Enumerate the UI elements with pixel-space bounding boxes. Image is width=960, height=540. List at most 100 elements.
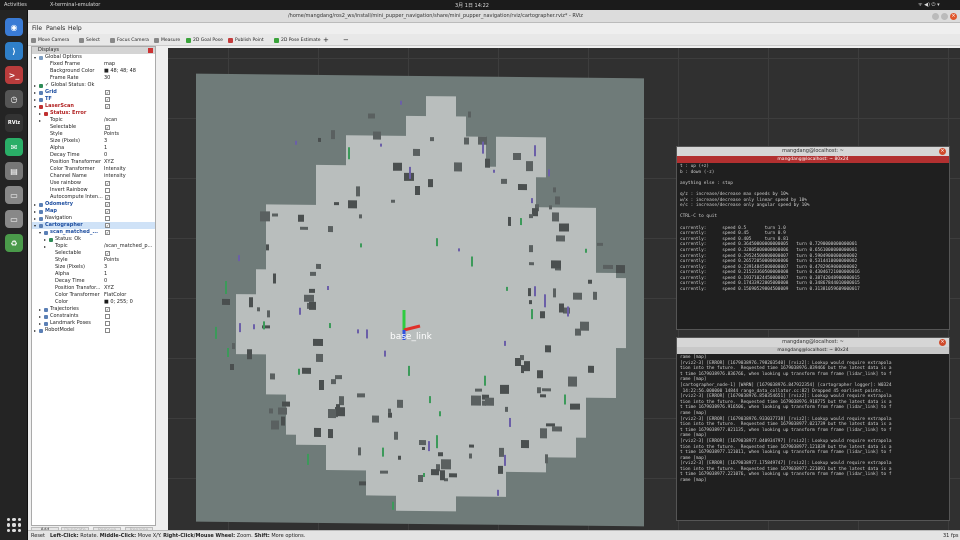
terminal-close-icon[interactable]: × xyxy=(939,339,946,346)
menu-file[interactable]: File xyxy=(32,25,42,32)
terminal-titlebar[interactable]: mangdang@localhost: ~ × xyxy=(677,147,949,156)
collapse-arrow-icon[interactable]: ▸ xyxy=(34,96,36,103)
display-row-value[interactable]: 0 xyxy=(104,152,107,159)
display-row[interactable]: Decay Time 0 xyxy=(32,152,155,159)
display-row[interactable]: ▸ RobotModel xyxy=(32,327,155,334)
display-row[interactable]: ▸ Navigation xyxy=(32,215,155,222)
display-row[interactable]: ▸ Map ✓ xyxy=(32,208,155,215)
drive-icon-2[interactable]: ▭ xyxy=(5,210,23,228)
enable-checkbox[interactable]: ✓ xyxy=(105,90,110,95)
display-row-value[interactable]: intensity xyxy=(104,173,126,180)
display-row[interactable]: ▸ Status: Ok xyxy=(32,236,155,243)
expand-arrow-icon[interactable]: ▾ xyxy=(39,229,41,236)
display-row[interactable]: ▸ Constraints xyxy=(32,313,155,320)
collapse-arrow-icon[interactable]: ▸ xyxy=(39,306,41,313)
collapse-arrow-icon[interactable]: ▸ xyxy=(34,82,36,89)
collapse-arrow-icon[interactable]: ▸ xyxy=(44,243,46,250)
display-row[interactable]: Alpha 1 xyxy=(32,145,155,152)
display-row-value[interactable]: Points xyxy=(104,257,119,264)
enable-checkbox[interactable] xyxy=(105,216,110,221)
tool-move-camera[interactable]: Move Camera xyxy=(31,36,69,44)
display-row-value[interactable]: FlatColor xyxy=(104,292,126,299)
collapse-arrow-icon[interactable]: ▸ xyxy=(44,236,46,243)
collapse-arrow-icon[interactable]: ▸ xyxy=(34,327,36,334)
display-row-value[interactable]: Points xyxy=(104,131,119,138)
display-row-value[interactable]: 1 xyxy=(104,271,107,278)
maximize-icon[interactable] xyxy=(941,13,948,20)
display-row[interactable]: ▸ ✓ Global Status: Ok xyxy=(32,82,155,89)
collapse-arrow-icon[interactable]: ▸ xyxy=(34,215,36,222)
display-row-value[interactable]: ■ 0; 255; 0 xyxy=(104,299,133,306)
display-row-value[interactable]: XYZ xyxy=(104,159,114,166)
terminal-tab[interactable]: mangdang@localhost: ~ 80x24 xyxy=(677,156,949,163)
trash-icon[interactable]: ♻ xyxy=(5,234,23,252)
display-row-value[interactable]: Intensity xyxy=(104,166,126,173)
display-row-value[interactable]: /scan_matched_p... xyxy=(104,243,152,250)
terminal-titlebar[interactable]: mangdang@localhost: ~ × xyxy=(677,338,949,347)
display-row[interactable]: Color Transformer FlatColor xyxy=(32,292,155,299)
enable-checkbox[interactable]: ✓ xyxy=(105,125,110,130)
collapse-arrow-icon[interactable]: ▸ xyxy=(39,320,41,327)
display-row[interactable]: Decay Time 0 xyxy=(32,278,155,285)
display-row[interactable]: ▸ Trajectories ✓ xyxy=(32,306,155,313)
enable-checkbox[interactable] xyxy=(105,314,110,319)
display-row-value[interactable]: map xyxy=(104,61,115,68)
panel-close-icon[interactable] xyxy=(148,48,153,53)
display-row[interactable]: ▸ TF ✓ xyxy=(32,96,155,103)
enable-checkbox[interactable]: ✓ xyxy=(105,307,110,312)
collapse-arrow-icon[interactable]: ▸ xyxy=(39,313,41,320)
tool-select[interactable]: Select xyxy=(79,36,100,44)
terminal-window-log[interactable]: mangdang@localhost: ~ × mangdang@localho… xyxy=(676,337,950,521)
menu-panels[interactable]: Panels xyxy=(46,25,65,32)
display-row-value[interactable]: ■ 48; 48; 48 xyxy=(104,68,136,75)
terminal-close-icon[interactable]: × xyxy=(939,148,946,155)
active-app-label[interactable]: X-terminal-emulator xyxy=(50,2,100,8)
expand-arrow-icon[interactable]: ▾ xyxy=(34,103,36,110)
display-row[interactable]: Size (Pixels) 3 xyxy=(32,264,155,271)
collapse-arrow-icon[interactable]: ▸ xyxy=(39,110,41,117)
activities-button[interactable]: Activities xyxy=(4,2,27,8)
display-row-value[interactable]: XYZ xyxy=(104,285,114,292)
wechat-icon[interactable]: ✉ xyxy=(5,138,23,156)
enable-checkbox[interactable] xyxy=(105,188,110,193)
rviz-icon[interactable]: RViz xyxy=(5,114,23,132)
terminal-window-teleop[interactable]: mangdang@localhost: ~ × mangdang@localho… xyxy=(676,146,950,330)
collapse-arrow-icon[interactable]: ▸ xyxy=(39,117,41,124)
reset-button[interactable]: Reset xyxy=(31,533,45,539)
display-row[interactable]: ▸ Odometry ✓ xyxy=(32,201,155,208)
enable-checkbox[interactable]: ✓ xyxy=(105,97,110,102)
enable-checkbox[interactable]: ✓ xyxy=(105,202,110,207)
display-row-value[interactable]: /scan xyxy=(104,117,117,124)
enable-checkbox[interactable]: ✓ xyxy=(105,181,110,186)
terminal-tab[interactable]: mangdang@localhost: ~ 80x24 xyxy=(677,347,949,354)
display-row[interactable]: Fixed Frame map xyxy=(32,61,155,68)
display-row[interactable]: ▸ Grid ✓ xyxy=(32,89,155,96)
display-row-value[interactable]: 30 xyxy=(104,75,110,82)
system-tray[interactable]: ᯤ ◀) ⏻ ▾ xyxy=(918,2,940,8)
tool-[interactable]: − xyxy=(343,36,349,44)
expand-arrow-icon[interactable]: ▾ xyxy=(34,222,36,229)
display-row[interactable]: Background Color ■ 48; 48; 48 xyxy=(32,68,155,75)
drive-icon[interactable]: ▭ xyxy=(5,186,23,204)
collapse-arrow-icon[interactable]: ▸ xyxy=(34,89,36,96)
files-icon[interactable]: ▤ xyxy=(5,162,23,180)
display-row[interactable]: ▾ LaserScan ✓ xyxy=(32,103,155,110)
enable-checkbox[interactable]: ✓ xyxy=(105,209,110,214)
collapse-arrow-icon[interactable]: ▸ xyxy=(34,208,36,215)
display-row[interactable]: Frame Rate 30 xyxy=(32,75,155,82)
display-row[interactable]: ▸ Topic/scan xyxy=(32,117,155,124)
display-row[interactable]: ▾ scan_matched_... ✓ xyxy=(32,229,155,236)
display-row-value[interactable]: 0 xyxy=(104,278,107,285)
clock[interactable]: 3月 1日 14:22 xyxy=(455,2,489,9)
tool-measure[interactable]: Measure xyxy=(154,36,180,44)
tool-2d-goal-pose[interactable]: 2D Goal Pose xyxy=(186,36,223,44)
display-row[interactable]: Autocompute Inten... ✓ xyxy=(32,194,155,201)
window-titlebar[interactable]: /home/mangdang/ros2_ws/install/mini_pupp… xyxy=(28,10,960,23)
display-row[interactable]: Channel Name intensity xyxy=(32,173,155,180)
display-row[interactable]: Style Points xyxy=(32,257,155,264)
minimize-icon[interactable] xyxy=(932,13,939,20)
collapse-arrow-icon[interactable]: ▸ xyxy=(34,201,36,208)
terminal-icon[interactable]: >_ xyxy=(5,66,23,84)
display-row-value[interactable]: 1 xyxy=(104,145,107,152)
enable-checkbox[interactable]: ✓ xyxy=(105,223,110,228)
